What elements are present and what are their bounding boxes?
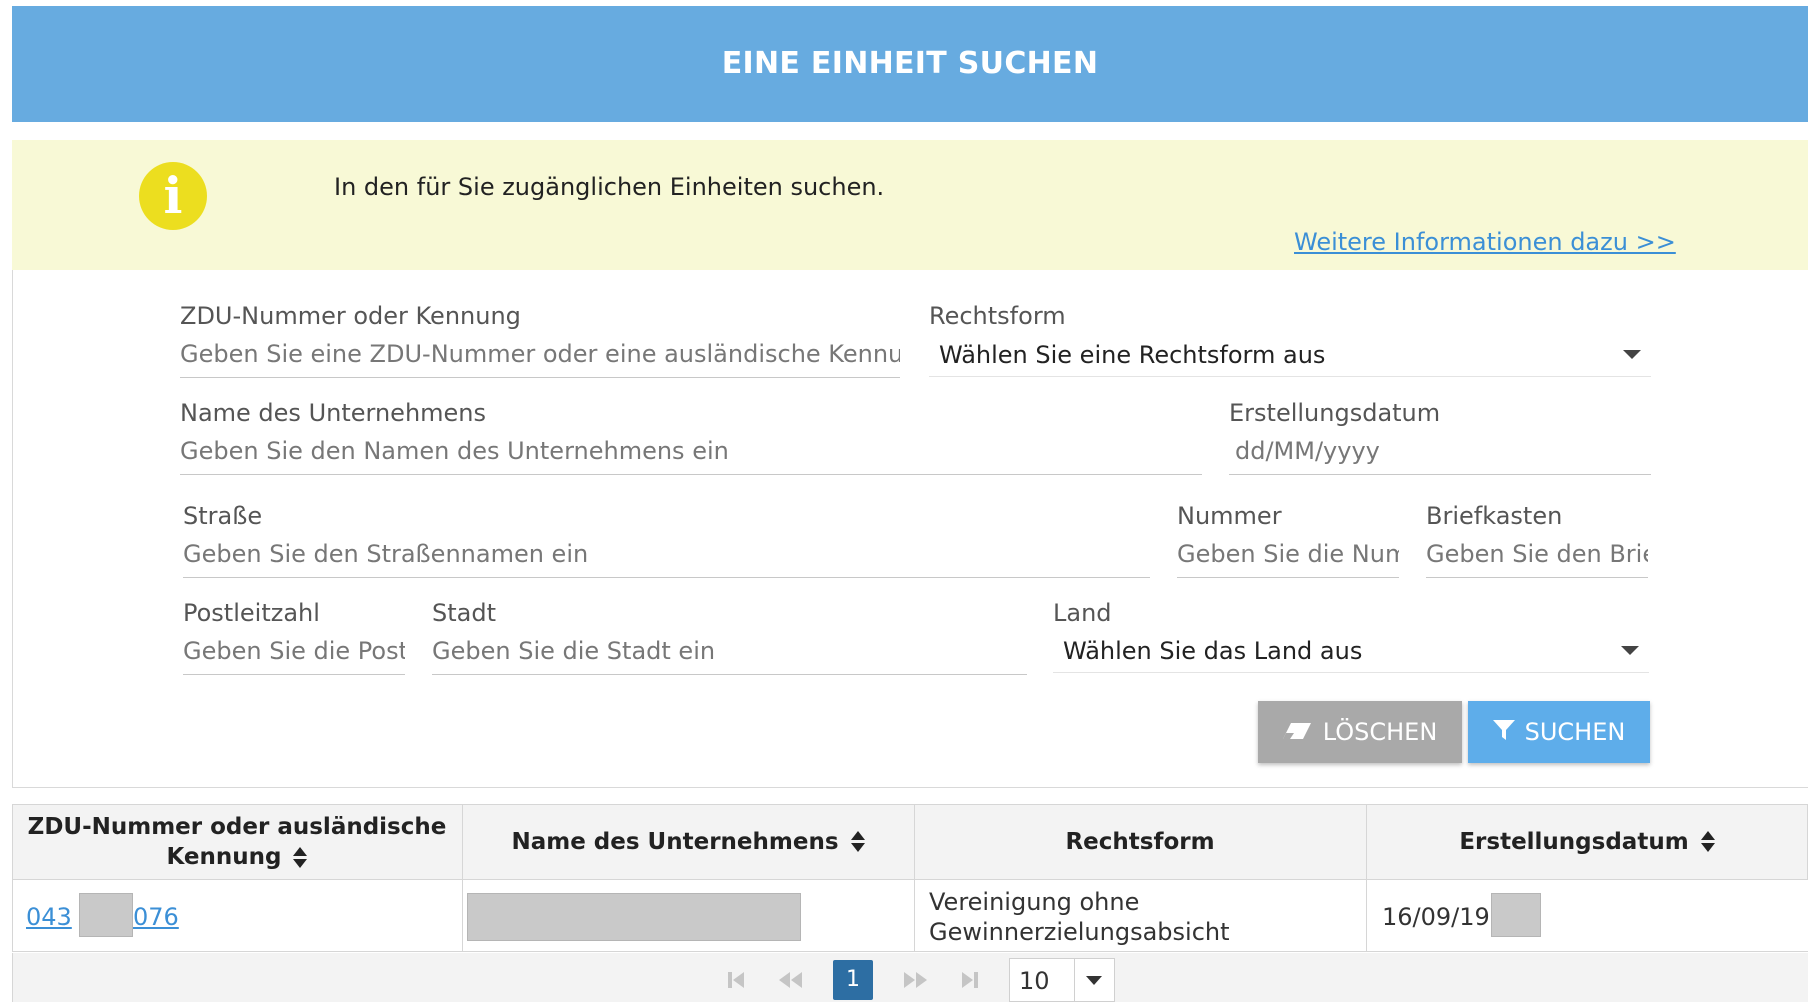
redacted-block <box>79 893 133 937</box>
sort-icon[interactable] <box>1700 831 1715 853</box>
first-page-icon[interactable] <box>718 960 754 1000</box>
clear-button[interactable]: LÖSCHEN <box>1258 701 1462 763</box>
sort-icon[interactable] <box>293 846 308 869</box>
column-divider <box>914 804 915 952</box>
company-name-input[interactable]: Geben Sie den Namen des Unternehmens ein <box>180 437 1202 475</box>
page-size-value: 10 <box>1019 967 1050 995</box>
zip-label: Postleitzahl <box>183 599 320 627</box>
zdu-link-start[interactable]: 043 <box>26 903 72 931</box>
redacted-company-name <box>467 893 801 941</box>
city-input[interactable]: Geben Sie die Stadt ein <box>432 637 1027 675</box>
column-header-zdu-line1: ZDU-Nummer oder ausländische <box>27 814 447 840</box>
legal-form-line1: Vereinigung ohne <box>929 888 1140 916</box>
page-size-divider <box>1074 958 1075 1002</box>
company-name-label: Name des Unternehmens <box>180 399 487 427</box>
date-label: Erstellungsdatum <box>1229 399 1441 427</box>
column-header-date-label: Erstellungsdatum <box>1459 829 1689 855</box>
zip-input[interactable]: Geben Sie die Postle <box>183 637 405 675</box>
date-input[interactable]: dd/MM/yyyy <box>1229 437 1651 475</box>
column-header-legal-form: Rechtsform <box>914 804 1366 880</box>
street-input[interactable]: Geben Sie den Straßennamen ein <box>183 540 1150 578</box>
country-select[interactable]: Wählen Sie das Land aus <box>1053 633 1649 673</box>
mailbox-input[interactable]: Geben Sie den Brief <box>1426 540 1648 578</box>
search-button-label: SUCHEN <box>1524 718 1626 746</box>
country-select-value: Wählen Sie das Land aus <box>1063 637 1363 665</box>
eraser-icon <box>1282 702 1313 764</box>
next-page-icon[interactable] <box>898 960 934 1000</box>
number-input[interactable]: Geben Sie die Numn <box>1177 540 1399 578</box>
search-button[interactable]: SUCHEN <box>1468 701 1650 763</box>
previous-page-icon[interactable] <box>772 960 808 1000</box>
column-header-company-name-label: Name des Unternehmens <box>511 829 839 855</box>
zdu-input[interactable]: Geben Sie eine ZDU-Nummer oder eine ausl… <box>180 340 900 378</box>
city-label: Stadt <box>432 599 496 627</box>
zdu-link-end[interactable]: 076 <box>133 903 179 931</box>
column-header-company-name[interactable]: Name des Unternehmens <box>462 804 914 880</box>
country-label: Land <box>1053 599 1112 627</box>
column-header-legal-form-label: Rechtsform <box>1065 829 1215 855</box>
legal-form-cell: Vereinigung ohne Gewinnerzielungsabsicht <box>929 887 1230 947</box>
column-header-date[interactable]: Erstellungsdatum <box>1366 804 1808 880</box>
info-icon: i <box>139 162 207 230</box>
page-title: EINE EINHEIT SUCHEN <box>721 46 1099 81</box>
redacted-block <box>1491 893 1541 937</box>
zdu-label: ZDU-Nummer oder Kennung <box>180 302 521 330</box>
rechtsform-select[interactable]: Wählen Sie eine Rechtsform aus <box>929 337 1651 377</box>
column-header-zdu-line2: Kennung <box>166 844 282 870</box>
chevron-down-icon <box>1623 350 1641 359</box>
rechtsform-label: Rechtsform <box>929 302 1066 330</box>
current-page[interactable]: 1 <box>833 960 873 1000</box>
last-page-icon[interactable] <box>952 960 988 1000</box>
info-text: In den für Sie zugänglichen Einheiten su… <box>334 173 885 201</box>
mailbox-label: Briefkasten <box>1426 502 1563 530</box>
column-divider <box>1366 804 1367 952</box>
column-divider <box>462 804 463 952</box>
street-label: Straße <box>183 502 263 530</box>
more-info-link[interactable]: Weitere Informationen dazu >> <box>1294 228 1676 256</box>
column-header-zdu[interactable]: ZDU-Nummer oder ausländische Kennung <box>12 804 462 880</box>
date-cell: 16/09/19 <box>1382 903 1490 931</box>
legal-form-line2: Gewinnerzielungsabsicht <box>929 918 1230 946</box>
filter-icon <box>1492 702 1515 764</box>
chevron-down-icon <box>1621 646 1639 655</box>
number-label: Nummer <box>1177 502 1282 530</box>
chevron-down-icon[interactable] <box>1086 976 1102 985</box>
rechtsform-select-value: Wählen Sie eine Rechtsform aus <box>939 341 1326 369</box>
sort-icon[interactable] <box>850 831 865 853</box>
clear-button-label: LÖSCHEN <box>1322 718 1438 746</box>
